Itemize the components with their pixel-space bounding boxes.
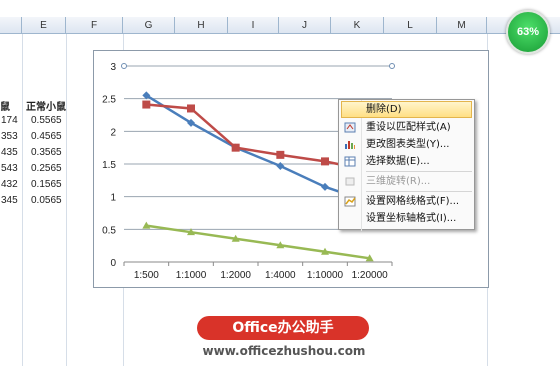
- y-tick-label[interactable]: 2.5: [102, 95, 116, 106]
- menu-item-label: 选择数据(E)...: [366, 156, 430, 167]
- menu-separator: [366, 191, 472, 192]
- menu-item-label: 更改图表类型(Y)...: [366, 139, 450, 150]
- cell-d-value[interactable]: 432: [1, 179, 18, 190]
- watermark-url: www.officezhushou.com: [202, 344, 366, 358]
- series-line[interactable]: [146, 224, 370, 260]
- data-point[interactable]: [142, 100, 151, 109]
- gridline-format-icon: [344, 196, 356, 207]
- chart-type-icon: [344, 139, 356, 150]
- menu-item: 三维旋转(R)...: [339, 173, 474, 190]
- cell-d-value[interactable]: 543: [1, 163, 18, 174]
- y-tick-label[interactable]: 2: [110, 127, 116, 138]
- data-point[interactable]: [231, 143, 240, 152]
- y-tick-label[interactable]: 3: [110, 62, 116, 73]
- column-header-i[interactable]: I: [228, 17, 279, 34]
- select-data-icon: [344, 156, 356, 167]
- data-point[interactable]: [276, 150, 285, 159]
- menu-item[interactable]: 选择数据(E)...: [339, 153, 474, 170]
- menu-item[interactable]: 重设以匹配样式(A): [339, 119, 474, 136]
- menu-item-label: 重设以匹配样式(A): [366, 122, 451, 133]
- column-header-e[interactable]: E: [22, 17, 66, 34]
- cell-d-value[interactable]: 435: [1, 147, 18, 158]
- cell-e-header[interactable]: 正常小鼠: [26, 98, 66, 113]
- column-header-f[interactable]: F: [66, 17, 123, 34]
- y-tick-label[interactable]: 1: [110, 193, 116, 204]
- cell-e-value[interactable]: 0.0565: [31, 195, 62, 206]
- y-tick-label[interactable]: 0: [110, 258, 116, 269]
- menu-separator: [366, 171, 472, 172]
- x-tick-label[interactable]: 1:4000: [265, 270, 296, 281]
- series-line[interactable]: [145, 94, 371, 204]
- column-header-l[interactable]: L: [384, 17, 437, 34]
- menu-item-label: 设置网格线格式(F)...: [366, 196, 460, 207]
- cell-e-value[interactable]: 0.1565: [31, 179, 62, 190]
- cell-d-value[interactable]: 174: [1, 115, 18, 126]
- cell-e-value[interactable]: 0.4565: [31, 131, 62, 142]
- x-tick-label[interactable]: 1:1000: [176, 270, 207, 281]
- column-header-g[interactable]: G: [123, 17, 175, 34]
- axis-format-icon: [344, 213, 356, 224]
- menu-item[interactable]: 设置网格线格式(F)...: [339, 193, 474, 210]
- data-point[interactable]: [321, 157, 329, 166]
- menu-item-label: 设置坐标轴格式(I)...: [366, 213, 457, 224]
- cell-e-value[interactable]: 0.2565: [31, 163, 62, 174]
- selection-handle[interactable]: [389, 63, 395, 69]
- data-point[interactable]: [187, 104, 195, 113]
- menu-item[interactable]: 删除(D): [341, 101, 472, 118]
- x-tick-label[interactable]: 1:500: [134, 270, 159, 281]
- data-point[interactable]: [276, 161, 285, 170]
- cell-d-value[interactable]: 353: [1, 131, 18, 142]
- column-header-m[interactable]: M: [437, 17, 487, 34]
- column-header-h[interactable]: H: [175, 17, 228, 34]
- reset-style-icon: [344, 122, 356, 133]
- x-tick-label[interactable]: 1:2000: [220, 270, 251, 281]
- data-point[interactable]: [321, 182, 329, 191]
- selection-handle[interactable]: [121, 63, 127, 69]
- column-header-d[interactable]: [0, 17, 22, 34]
- rotate-3d-icon: [344, 176, 356, 187]
- watermark-badge: Office办公助手: [197, 316, 369, 340]
- column-header-j[interactable]: J: [279, 17, 331, 34]
- x-tick-label[interactable]: 1:10000: [307, 270, 344, 281]
- menu-item-label: 删除(D): [366, 104, 402, 115]
- cell-e-value[interactable]: 0.3565: [31, 147, 62, 158]
- menu-item-label: 三维旋转(R)...: [366, 176, 431, 187]
- y-tick-label[interactable]: 0.5: [102, 225, 116, 236]
- grid-line: [22, 34, 23, 366]
- menu-item[interactable]: 设置坐标轴格式(I)...: [339, 210, 474, 227]
- column-header-k[interactable]: K: [331, 17, 384, 34]
- context-menu: 删除(D) 重设以匹配样式(A) 更改图表类型(Y)... 选择数据(E)... 三维旋…: [338, 99, 475, 231]
- x-tick-label[interactable]: 1:20000: [352, 270, 389, 281]
- menu-item[interactable]: 更改图表类型(Y)...: [339, 136, 474, 153]
- grid-line: [66, 34, 67, 366]
- y-tick-label[interactable]: 1.5: [102, 160, 116, 171]
- speed-gauge-icon[interactable]: 63%: [506, 10, 550, 54]
- cell-d-value[interactable]: 345: [1, 195, 18, 206]
- cell-d-header[interactable]: 鼠: [0, 98, 10, 113]
- series-line[interactable]: [146, 103, 370, 172]
- cell-e-value[interactable]: 0.5565: [31, 115, 62, 126]
